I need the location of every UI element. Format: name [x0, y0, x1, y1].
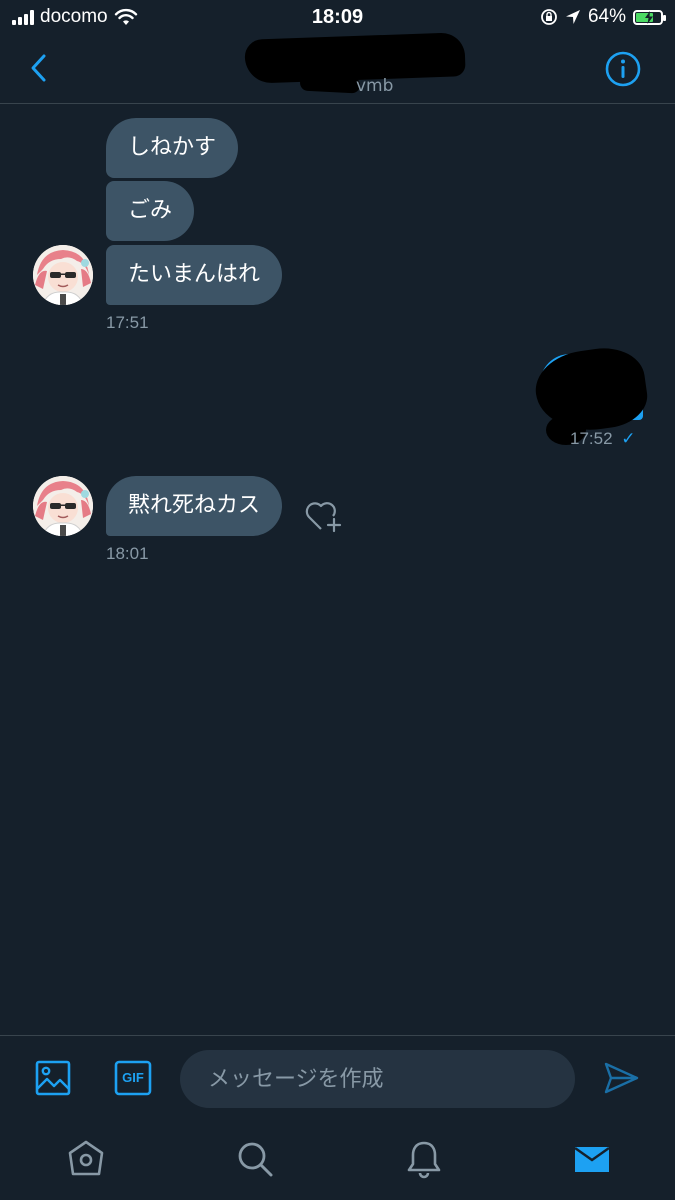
tab-bar — [0, 1121, 675, 1200]
handle-suffix: vmb — [356, 76, 394, 96]
message-composer: GIF — [0, 1035, 675, 1121]
message-bubble[interactable]: しねかす — [106, 118, 239, 178]
tab-search[interactable] — [235, 1139, 275, 1179]
redacted-title — [244, 32, 466, 84]
location-icon — [565, 10, 580, 24]
message-bubble[interactable]: 黙れ死ねカス — [106, 476, 283, 536]
info-icon — [605, 51, 641, 87]
heart-plus-icon — [305, 502, 342, 533]
send-button[interactable] — [602, 1060, 640, 1096]
rotation-lock-icon — [541, 9, 557, 25]
back-button[interactable] — [24, 50, 54, 86]
tab-messages[interactable] — [572, 1139, 612, 1179]
gif-label: GIF — [122, 1070, 144, 1085]
mail-icon — [574, 1147, 610, 1172]
bell-icon — [407, 1141, 441, 1179]
image-icon — [35, 1060, 71, 1096]
redacted-handle — [299, 74, 361, 94]
message-timestamp: 17:51 — [106, 313, 149, 332]
info-button[interactable] — [605, 51, 641, 87]
sent-status: ✓ — [621, 429, 636, 448]
home-icon — [68, 1140, 104, 1176]
status-bar: docomo 18:09 64% — [0, 0, 675, 36]
tab-home[interactable] — [66, 1139, 106, 1179]
battery-percent: 64% — [587, 6, 626, 27]
add-photo-button[interactable] — [34, 1059, 72, 1097]
chevron-left-icon — [31, 54, 46, 82]
search-icon — [238, 1142, 273, 1177]
send-icon — [604, 1062, 639, 1094]
avatar[interactable] — [33, 245, 93, 305]
message-timestamp: 18:01 — [106, 544, 149, 563]
sent-time: 17:52 — [570, 429, 613, 448]
status-right: 64% — [540, 6, 666, 28]
tab-notifications[interactable] — [404, 1139, 444, 1179]
sent-message-timestamp: 17:52 ✓ — [570, 429, 636, 449]
message-input[interactable] — [180, 1050, 575, 1108]
avatar[interactable] — [33, 476, 93, 536]
conversation-header: vmb — [0, 32, 675, 104]
add-gif-button[interactable]: GIF — [114, 1060, 152, 1096]
like-message-button[interactable] — [304, 498, 344, 534]
message-bubble[interactable]: たいまんはれ — [106, 245, 283, 305]
message-bubble[interactable]: ごみ — [106, 181, 195, 241]
battery-icon — [633, 9, 666, 25]
